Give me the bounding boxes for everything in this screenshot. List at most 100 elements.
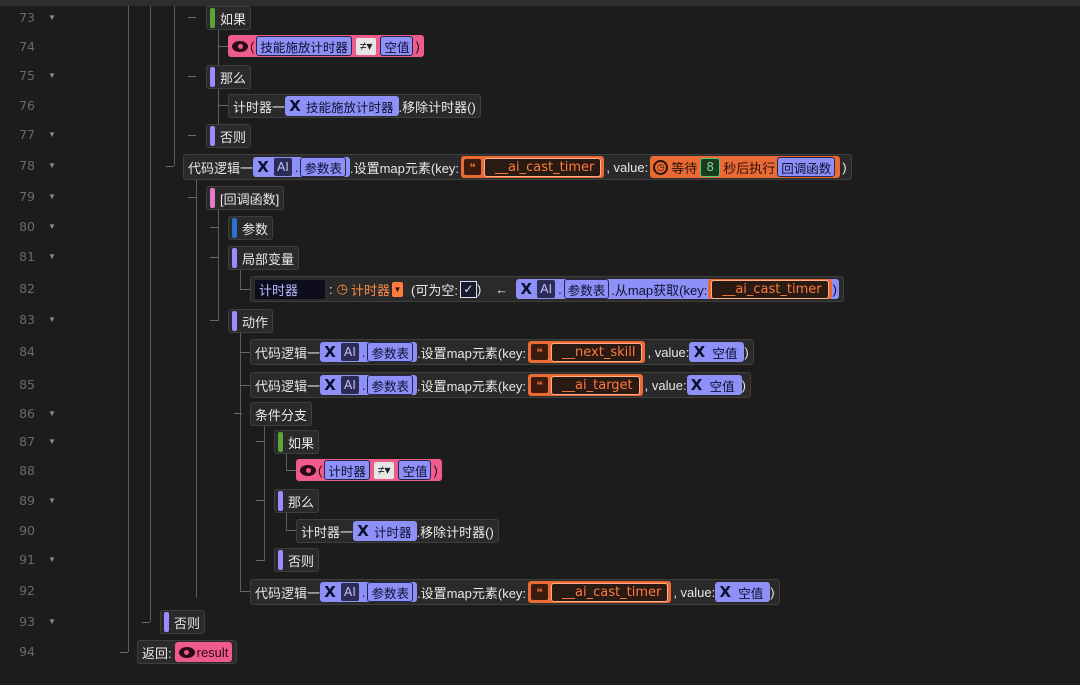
else-block-inner[interactable]: 否则 [274,548,320,572]
ai-chip[interactable]: AI [340,375,360,395]
set-map-block[interactable]: 代码逻辑一 𝗫 AI. 参数表 .设置map元素(key: ❝ __ai_cast_t… [183,154,852,180]
actions-block[interactable]: 动作 [228,309,274,333]
remove-timer-block[interactable]: 计时器一 𝗫 计时器 .移除计时器() [296,519,499,543]
callback-block[interactable]: [回调函数] [206,186,285,210]
chevron-down-icon[interactable]: ▼ [48,120,56,149]
branch-block[interactable]: 条件分支 [250,402,313,426]
set-map-statement-clear-timer[interactable]: 代码逻辑一 𝗫 AI. 参数表 .设置map元素(key: ❝ __ai_cast_t… [250,579,780,605]
line-91[interactable]: 91 ▼ [0,545,80,574]
chevron-down-icon[interactable]: ▼ [48,182,56,211]
set-map-statement-target[interactable]: 代码逻辑一 𝗫 AI. 参数表 .设置map元素(key: ❝ __ai_target… [250,372,751,398]
remove-timer-block[interactable]: 计时器一 𝗫 技能施放计时器 .移除计时器() [228,94,481,118]
line-83[interactable]: 83 ▼ [0,305,80,334]
ai-param-table-ref[interactable]: 𝗫 AI. 参数表 [253,157,350,177]
var-name-input[interactable]: 计时器 [255,279,325,299]
param-table-chip[interactable]: 参数表 [300,157,346,177]
chevron-down-icon[interactable]: ▼ [48,399,56,428]
ai-target-key[interactable]: __ai_target [551,375,640,395]
param-table-chip[interactable]: 参数表 [367,375,413,395]
if-keyword-block[interactable]: 如果 [274,430,320,454]
chevron-down-icon[interactable]: ▼ [48,212,56,241]
line-87[interactable]: 87 ▼ [0,427,80,456]
line-93[interactable]: 93 ▼ [0,607,80,636]
next-skill-key[interactable]: __next_skill [551,342,643,362]
ai-chip[interactable]: AI [340,582,360,602]
callback-keyword-block[interactable]: [回调函数] [206,186,285,210]
string-literal[interactable]: ❝ __next_skill [528,341,646,363]
line-85[interactable]: 85 [0,370,80,399]
line-86[interactable]: 86 ▼ [0,399,80,428]
ai-chip[interactable]: AI [340,342,360,362]
chevron-down-icon[interactable]: ▼ [48,427,56,456]
condition-row[interactable]: ( 技能施放计时器 ≠▾ 空值 ) [228,35,424,57]
else-keyword-block[interactable]: 否则 [160,610,206,634]
variable-ref[interactable]: 𝗫 计时器 [353,521,417,541]
params-keyword-block[interactable]: 参数 [228,216,274,240]
set-map-statement-next-skill[interactable]: 代码逻辑一 𝗫 AI. 参数表 .设置map元素(key: ❝ __next_skil… [250,339,754,365]
locals-block[interactable]: 局部变量 [228,246,300,270]
return-block[interactable]: 返回: result [137,640,238,664]
param-table-chip[interactable]: 参数表 [563,279,610,299]
condition-block[interactable]: ( 计时器 ≠▾ 空值 ) [296,459,442,481]
check-icon[interactable]: ✓ [459,280,477,298]
ai-param-table-ref[interactable]: 𝗫 AI. 参数表 [320,375,417,395]
line-89[interactable]: 89 ▼ [0,486,80,515]
branch-keyword-block[interactable]: 条件分支 [250,402,313,426]
ai-cast-timer-key[interactable]: __ai_cast_timer [484,157,602,177]
set-map-block[interactable]: 代码逻辑一 𝗫 AI. 参数表 .设置map元素(key: ❝ __next_skil… [250,339,754,365]
line-73[interactable]: 73 ▼ [0,3,80,32]
condition-row-inner[interactable]: ( 计时器 ≠▾ 空值 ) [296,459,442,481]
if-block[interactable]: 如果 [206,6,252,30]
local-var-block[interactable]: 计时器 : ◷ 计时器 ▼ (可为空: ✓ ) ← 𝗫 AI. 参数表 .从map获取… [250,276,844,302]
string-literal[interactable]: ❝ __ai_cast_timer [528,581,672,603]
return-statement[interactable]: 返回: result [137,640,238,664]
set-map-block[interactable]: 代码逻辑一 𝗫 AI. 参数表 .设置map元素(key: ❝ __ai_target… [250,372,751,398]
line-75[interactable]: 75 ▼ [0,61,80,90]
param-table-chip[interactable]: 参数表 [367,342,413,362]
callback-chip[interactable]: 回调函数 [777,157,836,177]
params-block[interactable]: 参数 [228,216,274,240]
get-from-map-expression[interactable]: 𝗫 AI. 参数表 .从map获取(key: __ai_cast_timer) [516,279,839,299]
ai-chip[interactable]: AI [536,279,557,299]
if-keyword-block[interactable]: 如果 [206,6,252,30]
line-90[interactable]: 90 [0,516,80,545]
line-80[interactable]: 80 ▼ [0,212,80,241]
skill-timer-variable-chip[interactable]: 技能施放计时器 [256,36,352,56]
chevron-down-icon[interactable]: ▼ [48,61,56,90]
type-dropdown-icon[interactable]: ▼ [391,281,403,297]
line-74[interactable]: 74 [0,32,80,61]
ai-cast-timer-key[interactable]: __ai_cast_timer [551,582,669,602]
else-keyword-block[interactable]: 否则 [206,124,252,148]
line-88[interactable]: 88 [0,456,80,485]
wait-seconds-number[interactable]: 8 [700,157,721,177]
variable-ref[interactable]: 𝗫 技能施放计时器 [285,96,399,116]
null-value-chip[interactable]: 空值 [380,36,414,56]
string-literal[interactable]: ❝ __ai_cast_timer [461,156,605,178]
line-81[interactable]: 81 ▼ [0,242,80,271]
ai-cast-timer-key[interactable]: __ai_cast_timer [711,279,829,299]
line-77[interactable]: 77 ▼ [0,120,80,149]
null-value-chip[interactable]: 空值 [735,583,767,601]
then-keyword-block[interactable]: 那么 [206,65,252,89]
skill-timer-variable-chip[interactable]: 技能施放计时器 [303,97,397,115]
line-78[interactable]: 78 ▼ [0,151,80,180]
locals-keyword-block[interactable]: 局部变量 [228,246,300,270]
timer-variable-chip[interactable]: 计时器 [371,522,415,540]
null-value-ref[interactable]: 𝗫 空值 [686,375,742,395]
condition-block[interactable]: ( 技能施放计时器 ≠▾ 空值 ) [228,35,424,57]
chevron-down-icon[interactable]: ▼ [48,305,56,334]
set-map-statement-timer[interactable]: 代码逻辑一 𝗫 AI. 参数表 .设置map元素(key: ❝ __ai_cast_t… [183,154,852,180]
line-82[interactable]: 82 [0,274,80,303]
chevron-down-icon[interactable]: ▼ [48,151,56,180]
wait-expression[interactable]: ◷ 等待 8 秒后执行 回调函数 [650,156,841,178]
chevron-down-icon[interactable]: ▼ [48,607,56,636]
line-94[interactable]: 94 [0,637,80,666]
null-value-ref[interactable]: 𝗫 空值 [689,342,745,362]
param-table-chip[interactable]: 参数表 [367,582,413,602]
line-84[interactable]: 84 [0,337,80,366]
timer-variable-chip[interactable]: 计时器 [324,460,370,480]
remove-timer-statement[interactable]: 计时器一 𝗫 技能施放计时器 .移除计时器() [228,94,481,118]
set-map-block[interactable]: 代码逻辑一 𝗫 AI. 参数表 .设置map元素(key: ❝ __ai_cast_t… [250,579,780,605]
else-block[interactable]: 否则 [206,124,252,148]
not-equal-operator-dropdown[interactable]: ≠▾ [355,37,377,55]
